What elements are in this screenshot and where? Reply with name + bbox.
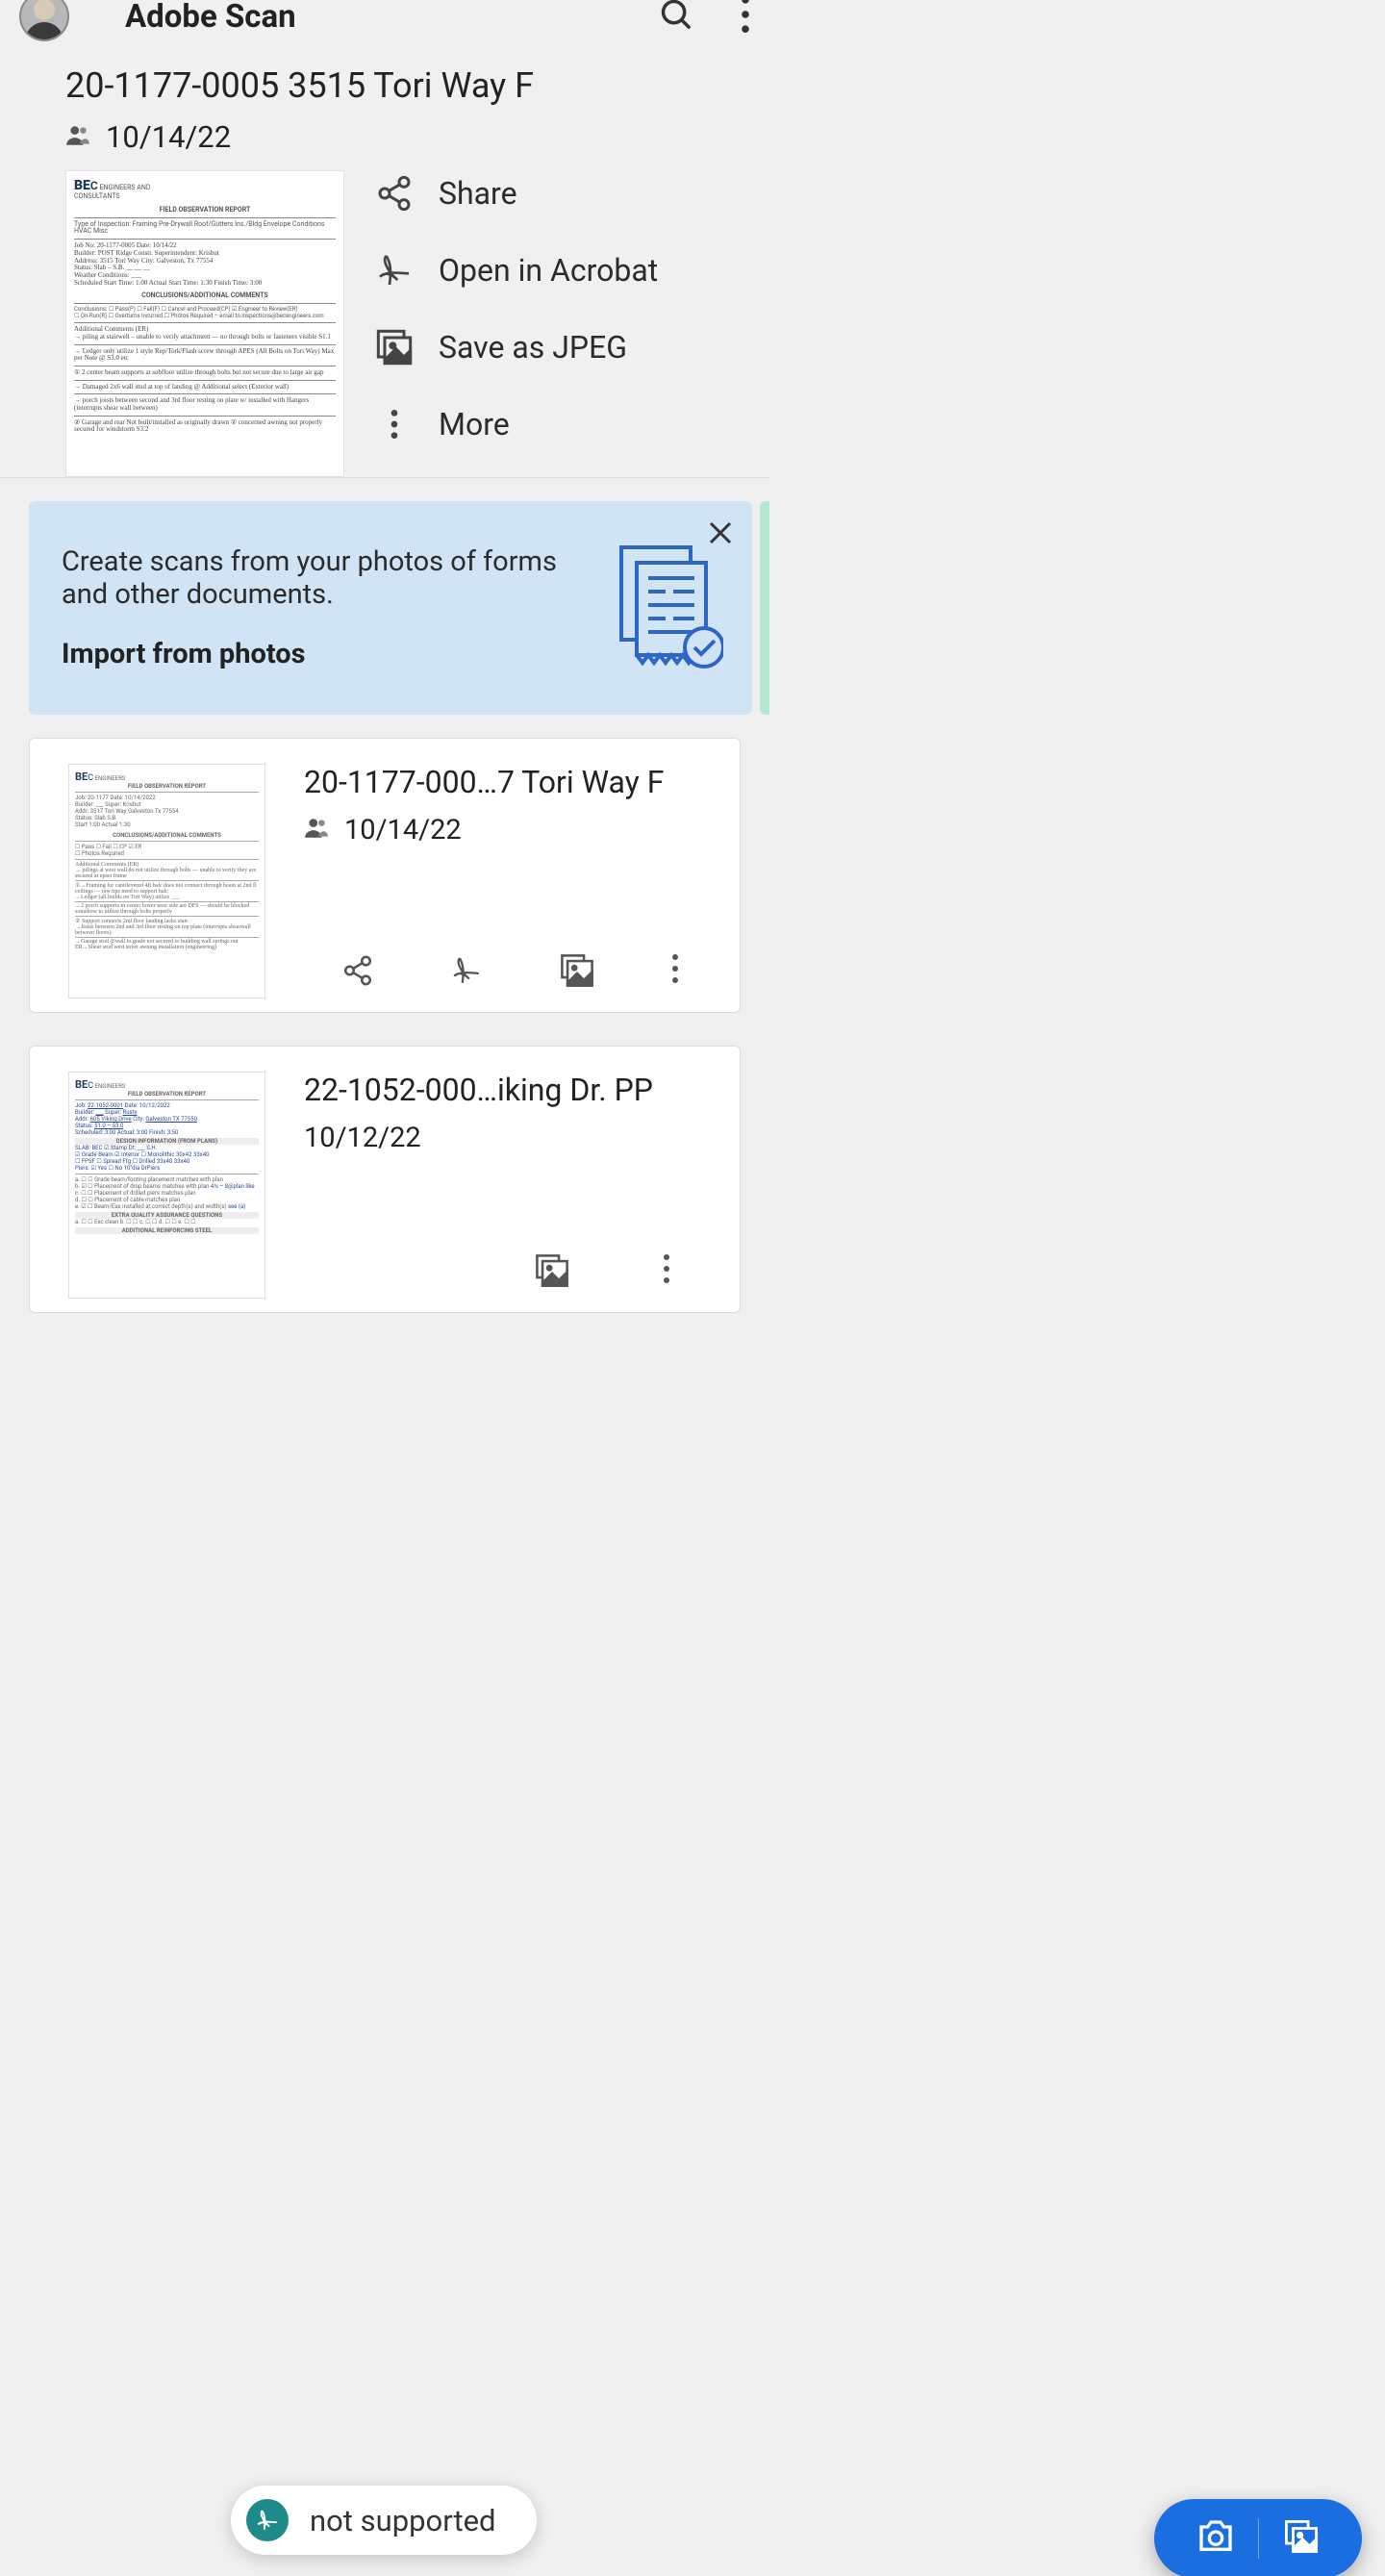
save-label: Save as JPEG	[439, 329, 627, 366]
image-icon[interactable]	[559, 954, 595, 991]
share-label: Share	[439, 175, 517, 212]
promo-illustration-icon	[612, 543, 723, 672]
overflow-menu-icon[interactable]	[741, 0, 750, 37]
close-icon[interactable]	[706, 518, 735, 551]
card-date: 10/14/22	[344, 814, 462, 846]
save-jpeg-button[interactable]: Save as JPEG	[375, 328, 658, 366]
promo-next-peek[interactable]	[760, 501, 769, 715]
acrobat-icon[interactable]	[450, 954, 483, 991]
topbar: Adobe Scan	[0, 0, 769, 48]
overflow-icon[interactable]	[671, 954, 679, 991]
promo-link[interactable]: Import from photos	[62, 638, 562, 670]
fab-capture[interactable]	[1154, 2499, 1362, 2576]
overflow-icon[interactable]	[663, 1254, 670, 1291]
share-icon[interactable]	[341, 954, 374, 991]
avatar[interactable]	[19, 0, 69, 41]
open-label: Open in Acrobat	[439, 252, 658, 289]
search-icon[interactable]	[658, 0, 694, 37]
toast: not supported	[231, 2486, 537, 2555]
camera-icon[interactable]	[1196, 2520, 1235, 2557]
featured-document: 20-1177-0005 3515 Tori Way F 10/14/22	[0, 48, 769, 155]
more-label: More	[439, 406, 510, 442]
app-title: Adobe Scan	[125, 0, 296, 36]
card-title: 22-1052-000…iking Dr. PP	[304, 1072, 724, 1108]
featured-title: 20-1177-0005 3515 Tori Way F	[65, 65, 769, 106]
scan-card[interactable]: BEC ENGINEERS FIELD OBSERVATION REPORT J…	[29, 738, 741, 1013]
promo-card[interactable]: Create scans from your photos of forms a…	[29, 501, 752, 715]
card-thumbnail[interactable]: BEC ENGINEERS FIELD OBSERVATION REPORT J…	[68, 1072, 265, 1299]
card-thumbnail[interactable]: BEC ENGINEERS FIELD OBSERVATION REPORT J…	[68, 764, 265, 998]
more-button[interactable]: More	[375, 405, 658, 443]
promo-text: Create scans from your photos of forms a…	[62, 545, 562, 611]
gallery-icon[interactable]	[1282, 2520, 1321, 2557]
shared-icon	[65, 123, 90, 152]
card-date: 10/12/22	[304, 1122, 421, 1154]
share-button[interactable]: Share	[375, 174, 658, 213]
featured-date: 10/14/22	[106, 119, 231, 155]
shared-icon	[304, 816, 329, 845]
scan-card[interactable]: BEC ENGINEERS FIELD OBSERVATION REPORT J…	[29, 1046, 741, 1313]
card-title: 20-1177-000…7 Tori Way F	[304, 764, 724, 800]
image-icon[interactable]	[534, 1254, 570, 1291]
acrobat-badge-icon	[246, 2499, 289, 2541]
open-acrobat-button[interactable]: Open in Acrobat	[375, 251, 658, 290]
toast-text: not supported	[310, 2503, 496, 2538]
featured-thumbnail[interactable]: BEC ENGINEERS ANDCONSULTANTS FIELD OBSER…	[65, 170, 344, 477]
